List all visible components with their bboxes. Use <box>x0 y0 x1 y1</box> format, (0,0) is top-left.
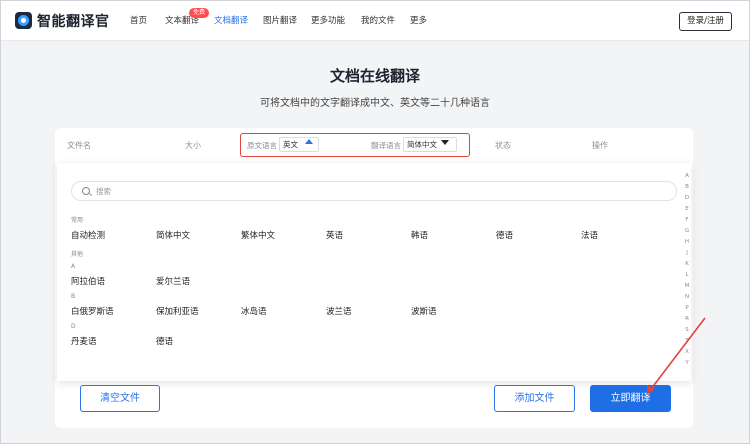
group-label-other: 其他 <box>71 251 84 258</box>
lang-option[interactable]: 德语 <box>496 229 513 241</box>
clear-files-button[interactable]: 清空文件 <box>80 385 160 412</box>
lang-option[interactable]: 简体中文 <box>156 229 190 241</box>
page-title: 文档在线翻译 <box>329 67 420 85</box>
nav-document-translate[interactable]: 文档翻译 <box>214 14 248 26</box>
lang-option[interactable]: 英语 <box>326 229 343 241</box>
search-icon <box>82 187 90 195</box>
column-size: 大小 <box>185 141 201 150</box>
app-logo-icon[interactable] <box>15 12 32 29</box>
nav-more[interactable]: 更多 <box>410 14 427 26</box>
language-dropdown-panel: 搜索 常用 自动检测 简体中文 繁体中文 英语 韩语 德语 法语 其他 A 阿拉… <box>57 163 691 381</box>
lang-option[interactable]: 爱尔兰语 <box>156 275 190 287</box>
alpha-index-letter[interactable]: M <box>683 283 691 289</box>
alpha-index-letter[interactable]: B <box>683 184 691 190</box>
target-language-value: 简体中文 <box>407 140 437 149</box>
source-language-select[interactable]: 英文 <box>279 137 319 152</box>
caret-up-icon[interactable] <box>305 139 313 144</box>
brand-name[interactable]: 智能翻译官 <box>37 11 110 31</box>
alpha-index-letter[interactable]: X <box>683 349 691 355</box>
group-label-common: 常用 <box>71 217 84 224</box>
alpha-index-letter[interactable]: R <box>683 316 691 322</box>
lang-option[interactable]: 自动检测 <box>71 229 105 241</box>
alpha-index-letter[interactable]: J <box>683 250 691 256</box>
alpha-index-letter[interactable]: F <box>683 217 691 223</box>
nav-more-features[interactable]: 更多功能 <box>311 14 345 26</box>
caret-down-icon[interactable] <box>441 140 449 145</box>
alpha-index-letter[interactable]: Y <box>683 360 691 366</box>
lang-option[interactable]: 白俄罗斯语 <box>71 305 114 317</box>
column-filename: 文件名 <box>67 141 91 150</box>
top-nav-bar: 智能翻译官 首页 文本翻译 免费 文档翻译 图片翻译 更多功能 我的文件 更多 … <box>1 1 749 41</box>
language-selector-group: 原文语言 英文 翻译语言 简体中文 <box>240 133 470 157</box>
alpha-index-letter[interactable]: T <box>683 338 691 344</box>
nav-image-translate[interactable]: 图片翻译 <box>263 14 297 26</box>
alpha-index-letter[interactable]: P <box>683 305 691 311</box>
alpha-index-letter[interactable]: A <box>683 173 691 179</box>
add-file-button[interactable]: 添加文件 <box>494 385 575 412</box>
group-label-b: B <box>71 293 76 300</box>
lang-option[interactable]: 波兰语 <box>326 305 352 317</box>
nav-my-files[interactable]: 我的文件 <box>361 14 395 26</box>
alpha-index-letter[interactable]: G <box>683 228 691 234</box>
free-badge: 免费 <box>189 8 210 18</box>
target-language-label: 翻译语言 <box>371 141 401 150</box>
source-language-label: 原文语言 <box>247 141 277 150</box>
upload-card: 文件名 大小 原文语言 英文 翻译语言 简体中文 状态 操作 搜索 常用 自动检… <box>55 128 693 428</box>
alpha-index-letter[interactable]: S <box>683 327 691 333</box>
language-search-input[interactable]: 搜索 <box>71 181 677 201</box>
lang-option[interactable]: 德语 <box>156 335 173 347</box>
column-action: 操作 <box>592 141 608 150</box>
lang-option[interactable]: 冰岛语 <box>241 305 267 317</box>
alpha-index-letter[interactable]: E <box>683 206 691 212</box>
nav-home[interactable]: 首页 <box>130 14 147 26</box>
lang-option[interactable]: 阿拉伯语 <box>71 275 105 287</box>
column-status: 状态 <box>495 141 511 150</box>
translate-now-button[interactable]: 立即翻译 <box>590 385 671 412</box>
group-label-d: D <box>71 323 76 330</box>
alpha-index-letter[interactable]: D <box>683 195 691 201</box>
alpha-index-letter[interactable]: H <box>683 239 691 245</box>
lang-option[interactable]: 丹麦语 <box>71 335 97 347</box>
alpha-index-letter[interactable]: L <box>683 272 691 278</box>
login-register-button[interactable]: 登录/注册 <box>679 12 732 31</box>
source-language-value: 英文 <box>283 140 298 149</box>
group-label-a: A <box>71 263 76 270</box>
search-placeholder: 搜索 <box>96 187 111 196</box>
alpha-index-letter[interactable]: N <box>683 294 691 300</box>
lang-option[interactable]: 波斯语 <box>411 305 437 317</box>
lang-option[interactable]: 法语 <box>581 229 598 241</box>
lang-option[interactable]: 韩语 <box>411 229 428 241</box>
lang-option[interactable]: 保加利亚语 <box>156 305 199 317</box>
lang-option[interactable]: 繁体中文 <box>241 229 275 241</box>
page-subtitle: 可将文档中的文字翻译成中文、英文等二十几种语言 <box>260 98 490 109</box>
alpha-index-letter[interactable]: K <box>683 261 691 267</box>
